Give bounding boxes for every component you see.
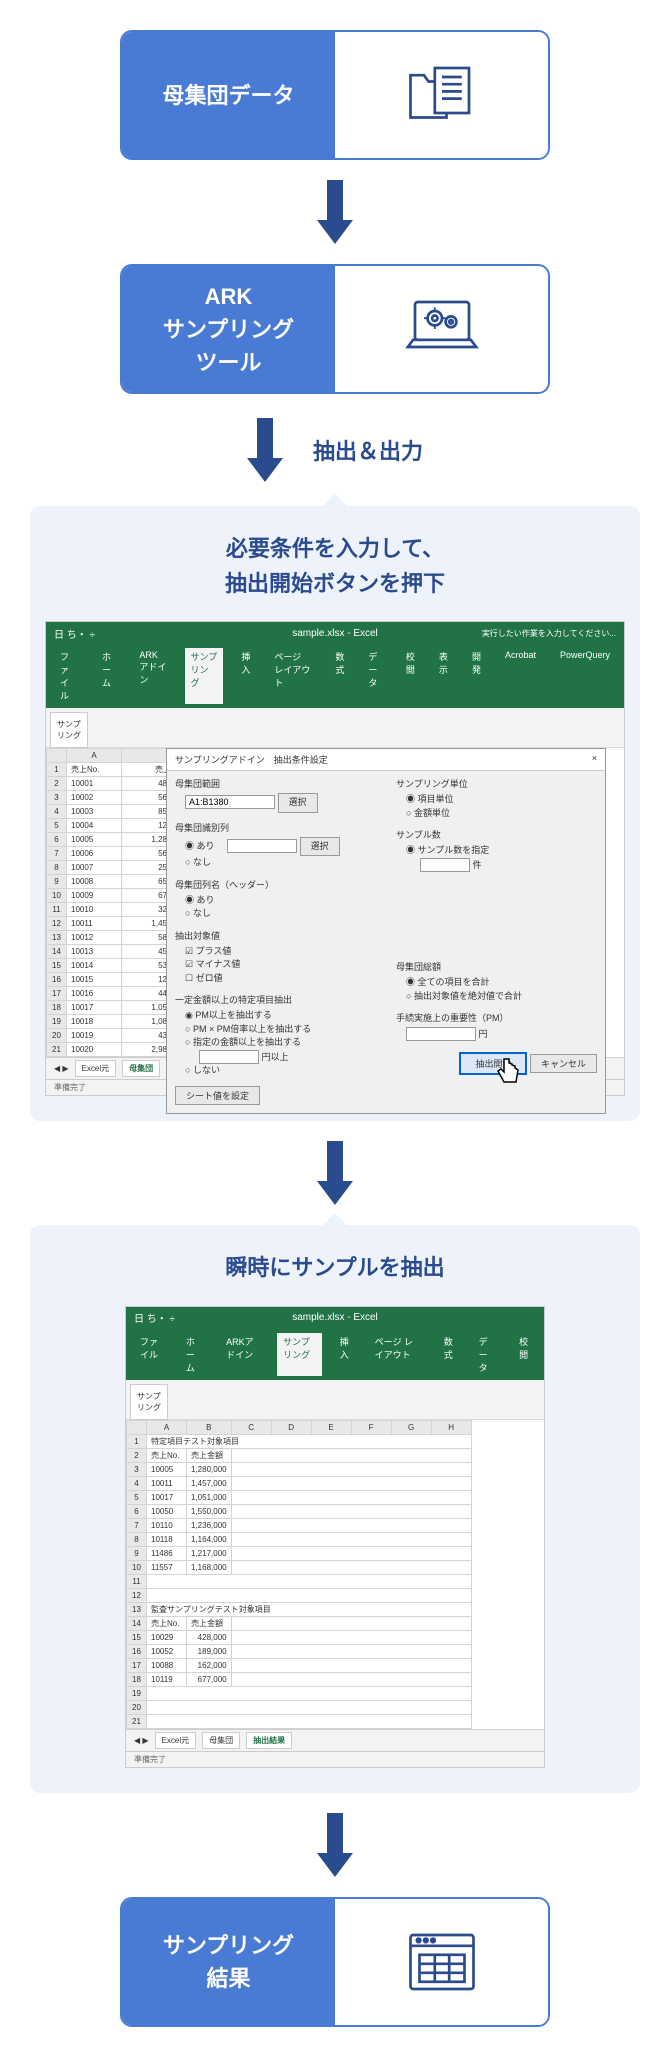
excel-titlebar: 日 ち・ ÷ sample.xlsx - Excel 実行したい作業を入力してく… bbox=[46, 622, 624, 644]
header-yes[interactable]: あり bbox=[197, 895, 215, 905]
sheet-tab[interactable]: Excel元 bbox=[155, 1732, 197, 1749]
flow-step-2: ARK サンプリング ツール bbox=[120, 264, 550, 394]
idcol-no[interactable]: なし bbox=[193, 857, 211, 867]
idcol-select-button[interactable]: 選択 bbox=[300, 837, 340, 857]
sampling-ribbon-button[interactable]: サンプ リング bbox=[50, 712, 88, 748]
sampling-dialog: サンプリングアドイン 抽出条件設定 × 母集団範囲 選択 bbox=[166, 748, 606, 1114]
unit-item[interactable]: 項目単位 bbox=[418, 794, 454, 804]
excel-toolbar: サンプ リング bbox=[46, 708, 624, 748]
extract-output-label: 抽出＆出力 bbox=[313, 434, 423, 466]
excel-screenshot-1: 日 ち・ ÷ sample.xlsx - Excel 実行したい作業を入力してく… bbox=[45, 621, 625, 1096]
cancel-button[interactable]: キャンセル bbox=[530, 1054, 597, 1073]
ribbon-tab[interactable]: ホーム bbox=[96, 648, 121, 704]
ribbon-tab[interactable]: サンプリング bbox=[185, 648, 224, 704]
ribbon-tab[interactable]: データ bbox=[473, 1333, 501, 1376]
laptop-gears-icon bbox=[397, 284, 487, 374]
flow-step-1: 母集団データ bbox=[120, 30, 550, 160]
detail-panel-input: 必要条件を入力して、 抽出開始ボタンを押下 日 ち・ ÷ sample.xlsx… bbox=[30, 506, 640, 1121]
total-all[interactable]: 全ての項目を合計 bbox=[418, 977, 490, 987]
count-specify[interactable]: サンプル数を指定 bbox=[418, 845, 490, 855]
detail-panel-result: 瞬時にサンプルを抽出 日 ち・ ÷ sample.xlsx - Excel ファ… bbox=[30, 1225, 640, 1792]
step2-title: ARK サンプリング ツール bbox=[122, 266, 335, 392]
idcol-yes[interactable]: あり bbox=[197, 841, 215, 851]
header-no[interactable]: なし bbox=[193, 908, 211, 918]
sheet-tab[interactable]: 抽出結果 bbox=[246, 1732, 292, 1749]
chk-zero[interactable]: ゼロ値 bbox=[196, 973, 223, 983]
sheet-tab[interactable]: 母集団 bbox=[122, 1060, 160, 1077]
th-opt2[interactable]: PM × PM倍率以上を抽出する bbox=[193, 1024, 311, 1034]
search-hint: 実行したい作業を入力してください... bbox=[482, 628, 616, 639]
sheet-tab[interactable]: Excel元 bbox=[75, 1060, 117, 1077]
folder-document-icon bbox=[397, 50, 487, 140]
unit-label: サンプリング単位 bbox=[396, 777, 597, 790]
ribbon-tab[interactable]: 表示 bbox=[433, 648, 454, 704]
chk-minus[interactable]: マイナス値 bbox=[196, 959, 241, 969]
chk-plus[interactable]: プラス値 bbox=[196, 946, 232, 956]
excel-ribbon-2: ファイルホーム ARKアドインサンプリング挿入ページ レイアウト数式データ校閲 bbox=[126, 1329, 544, 1380]
status-bar-2: 準備完了 bbox=[126, 1751, 544, 1767]
ribbon-tab[interactable]: 開発 bbox=[466, 648, 487, 704]
excel-filename: sample.xlsx - Excel bbox=[292, 628, 378, 639]
idcol-label: 母集団識別列 bbox=[175, 821, 376, 834]
excel-toolbar-2: サンプ リング bbox=[126, 1380, 544, 1420]
threshold-label: 一定金額以上の特定項目抽出 bbox=[175, 993, 376, 1006]
range-label: 母集団範囲 bbox=[175, 777, 376, 790]
panel1-title: 必要条件を入力して、 抽出開始ボタンを押下 bbox=[45, 531, 625, 601]
arrow-3 bbox=[30, 1141, 640, 1205]
th-opt3[interactable]: 指定の金額以上を抽出する bbox=[193, 1037, 301, 1047]
panel2-title: 瞬時にサンプルを抽出 bbox=[45, 1250, 625, 1285]
arrow-2: 抽出＆出力 bbox=[30, 414, 640, 486]
materiality-label: 手続実施上の重要性（PM） bbox=[396, 1011, 597, 1024]
th-opt1[interactable]: PM以上を抽出する bbox=[195, 1010, 272, 1020]
excel-screenshot-2: 日 ち・ ÷ sample.xlsx - Excel ファイルホーム ARKアドイ… bbox=[125, 1306, 545, 1768]
target-label: 抽出対象値 bbox=[175, 929, 376, 942]
idcol-input[interactable] bbox=[227, 839, 297, 853]
ribbon-tab[interactable]: 校閲 bbox=[400, 648, 421, 704]
ribbon-tab[interactable]: 挿入 bbox=[235, 648, 256, 704]
arrow-1 bbox=[30, 180, 640, 244]
ribbon-tab[interactable]: Acrobat bbox=[499, 648, 542, 704]
excel-ribbon: ファイルホーム ARKアドインサンプリング挿入ページ レイアウト数式データ校閲表示… bbox=[46, 644, 624, 708]
ribbon-tab[interactable]: 校閲 bbox=[513, 1333, 536, 1376]
sampling-ribbon-button-2[interactable]: サンプ リング bbox=[130, 1384, 168, 1420]
total-abs[interactable]: 抽出対象値を絶対値で合計 bbox=[414, 991, 522, 1001]
spreadsheet-window-icon bbox=[397, 1917, 487, 2007]
ribbon-tab[interactable]: 挿入 bbox=[334, 1333, 357, 1376]
sample-count-input[interactable] bbox=[420, 858, 470, 872]
step3-title: サンプリング 結果 bbox=[122, 1899, 335, 2025]
ribbon-tab[interactable]: ARKアドイン bbox=[220, 1333, 265, 1376]
select-button[interactable]: 選択 bbox=[278, 793, 318, 813]
ribbon-tab[interactable]: ARKアドイン bbox=[133, 648, 172, 704]
cursor-hand-icon bbox=[494, 1056, 522, 1095]
pm-input[interactable] bbox=[406, 1027, 476, 1041]
arrow-4 bbox=[30, 1813, 640, 1877]
ribbon-tab[interactable]: ファイル bbox=[134, 1333, 168, 1376]
ribbon-tab[interactable]: ページ レイアウト bbox=[369, 1333, 426, 1376]
close-icon[interactable]: × bbox=[592, 753, 597, 766]
sheet-tabs-2: ◀ ▶Excel元母集団抽出結果 bbox=[126, 1729, 544, 1751]
ribbon-tab[interactable]: サンプリング bbox=[277, 1333, 322, 1376]
unit-amount[interactable]: 金額単位 bbox=[414, 808, 450, 818]
excel-filename-2: sample.xlsx - Excel bbox=[292, 1312, 378, 1323]
th-opt4[interactable]: しない bbox=[193, 1065, 220, 1075]
excel-titlebar-2: 日 ち・ ÷ sample.xlsx - Excel bbox=[126, 1307, 544, 1329]
ribbon-tab[interactable]: PowerQuery bbox=[554, 648, 616, 704]
total-label: 母集団総額 bbox=[396, 960, 597, 973]
range-input[interactable] bbox=[185, 795, 275, 809]
threshold-amount-input[interactable] bbox=[199, 1050, 259, 1064]
flow-step-3: サンプリング 結果 bbox=[120, 1897, 550, 2027]
ribbon-tab[interactable]: ページ レイアウト bbox=[268, 648, 317, 704]
worksheet-2: ABCDEFGH1特定項目テスト対象項目2売上No.売上金額3100051,28… bbox=[126, 1420, 472, 1729]
ribbon-tab[interactable]: データ bbox=[362, 648, 387, 704]
header-label: 母集団列名（ヘッダー） bbox=[175, 878, 376, 891]
count-label: サンプル数 bbox=[396, 828, 597, 841]
ribbon-tab[interactable]: ホーム bbox=[180, 1333, 208, 1376]
ribbon-tab[interactable]: 数式 bbox=[329, 648, 350, 704]
ribbon-tab[interactable]: ファイル bbox=[54, 648, 84, 704]
ribbon-tab[interactable]: 数式 bbox=[438, 1333, 461, 1376]
sheet-value-button[interactable]: シート値を設定 bbox=[175, 1086, 260, 1105]
sheet-tab[interactable]: 母集団 bbox=[202, 1732, 240, 1749]
step1-title: 母集団データ bbox=[122, 32, 335, 158]
dialog-title: サンプリングアドイン 抽出条件設定 bbox=[175, 753, 328, 766]
